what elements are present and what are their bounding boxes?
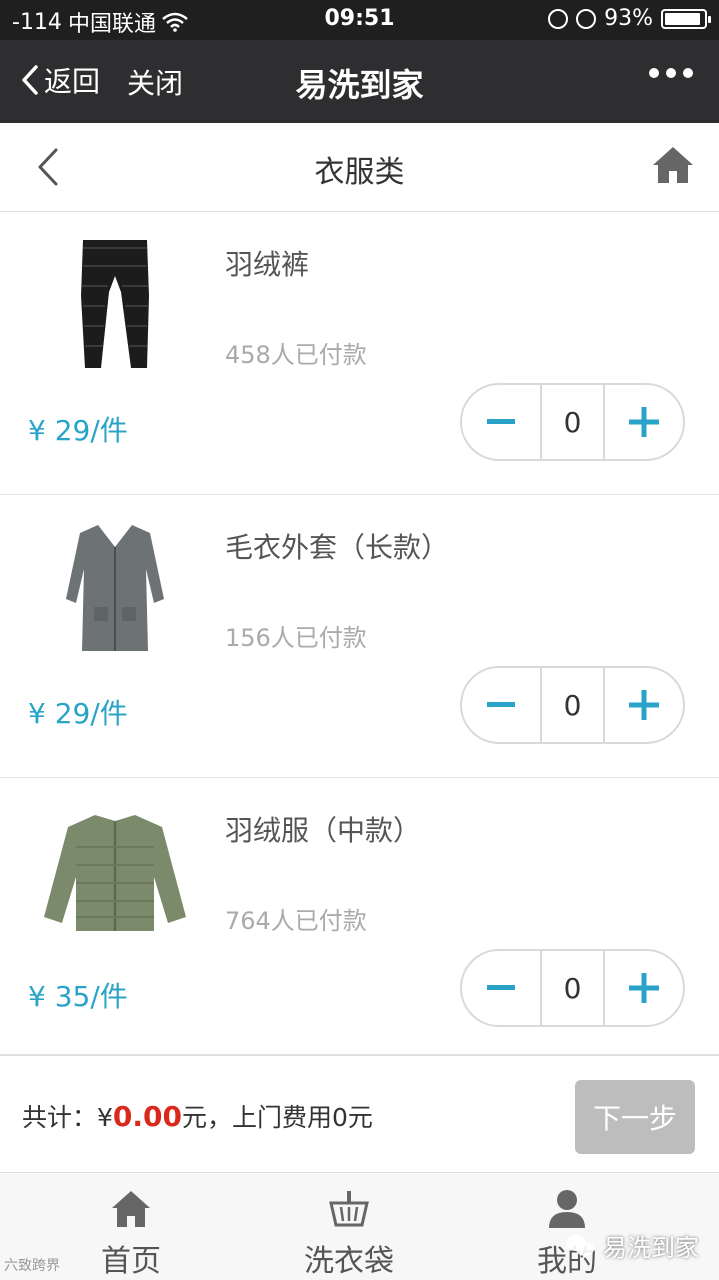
product-name: 羽绒裤 bbox=[225, 248, 310, 281]
more-dot-icon bbox=[649, 68, 659, 78]
battery-percent: 93% bbox=[604, 6, 653, 31]
home-icon bbox=[653, 147, 693, 183]
quantity-stepper: 0 bbox=[460, 666, 685, 744]
product-image bbox=[30, 231, 200, 381]
quantity-stepper: 0 bbox=[460, 949, 685, 1027]
down-jacket-image bbox=[44, 815, 186, 931]
more-dot-icon bbox=[666, 68, 676, 78]
down-pants-image bbox=[81, 240, 149, 368]
tab-home[interactable]: 首页 bbox=[46, 1184, 216, 1280]
rotation-lock-icon bbox=[548, 8, 569, 29]
decrement-button[interactable] bbox=[462, 668, 540, 742]
more-dot-icon bbox=[683, 68, 693, 78]
list-item: 羽绒服（中款） 764人已付款 ¥ 35/件 0 bbox=[0, 779, 719, 1055]
next-step-button[interactable]: 下一步 bbox=[575, 1080, 695, 1154]
quantity-stepper: 0 bbox=[460, 383, 685, 461]
battery-fill bbox=[665, 12, 700, 25]
watermark-right: 易洗到家 bbox=[565, 1228, 699, 1263]
sold-count: 156人已付款 bbox=[225, 624, 367, 652]
minus-icon bbox=[487, 985, 515, 990]
increment-button[interactable] bbox=[605, 668, 683, 742]
page-title: 衣服类 bbox=[314, 155, 405, 190]
app-title: 易洗到家 bbox=[295, 66, 424, 104]
nav-bar: 返回 关闭 易洗到家 bbox=[0, 40, 719, 123]
checkout-bar: 共计： ¥ 0.00 元，上门费用0元 下一步 bbox=[0, 1055, 719, 1173]
status-bar: -114 中国联通 09:51 93% bbox=[0, 0, 719, 40]
product-name: 羽绒服（中款） bbox=[225, 814, 422, 847]
plus-icon bbox=[629, 407, 659, 437]
decrement-button[interactable] bbox=[462, 951, 540, 1025]
product-name: 毛衣外套（长款） bbox=[225, 531, 450, 564]
total-label: 共计： bbox=[22, 1103, 98, 1132]
sold-count: 764人已付款 bbox=[225, 907, 367, 935]
tab-label: 首页 bbox=[101, 1244, 161, 1279]
tab-label: 洗衣袋 bbox=[304, 1244, 394, 1279]
home-icon bbox=[112, 1191, 150, 1227]
watermark-left: 六致跨界 bbox=[4, 1258, 60, 1274]
increment-button[interactable] bbox=[605, 951, 683, 1025]
tab-bar: 首页 洗衣袋 我的 bbox=[0, 1174, 719, 1280]
list-item: 毛衣外套（长款） 156人已付款 ¥ 29/件 0 bbox=[0, 496, 719, 778]
status-right: 93% bbox=[548, 6, 711, 31]
minus-icon bbox=[487, 702, 515, 707]
wechat-icon bbox=[566, 1234, 594, 1256]
total-amount: 0.00 bbox=[112, 1100, 183, 1133]
fee-note: 元，上门费用0元 bbox=[182, 1103, 373, 1132]
currency-symbol: ¥ bbox=[97, 1103, 113, 1132]
list-item: 羽绒裤 458人已付款 ¥ 29/件 0 bbox=[0, 213, 719, 495]
plus-icon bbox=[629, 690, 659, 720]
order-summary: 共计： ¥ 0.00 元，上门费用0元 bbox=[22, 1098, 373, 1134]
minus-icon bbox=[487, 419, 515, 424]
quantity-value[interactable]: 0 bbox=[540, 385, 605, 459]
battery-icon bbox=[661, 8, 711, 29]
watermark-text: 易洗到家 bbox=[603, 1234, 699, 1262]
product-image bbox=[30, 514, 200, 664]
product-price: ¥ 29/件 bbox=[28, 414, 128, 447]
increment-button[interactable] bbox=[605, 385, 683, 459]
alarm-icon bbox=[576, 8, 597, 29]
home-button[interactable] bbox=[651, 143, 695, 191]
sold-count: 458人已付款 bbox=[225, 341, 367, 369]
more-button[interactable] bbox=[649, 68, 693, 78]
plus-icon bbox=[629, 973, 659, 1003]
page-header: 衣服类 bbox=[0, 123, 719, 212]
quantity-value[interactable]: 0 bbox=[540, 951, 605, 1025]
cardigan-image bbox=[66, 525, 164, 651]
quantity-value[interactable]: 0 bbox=[540, 668, 605, 742]
product-image bbox=[30, 797, 200, 947]
product-price: ¥ 35/件 bbox=[28, 980, 128, 1013]
tab-laundry-bag[interactable]: 洗衣袋 bbox=[264, 1184, 434, 1280]
decrement-button[interactable] bbox=[462, 385, 540, 459]
product-price: ¥ 29/件 bbox=[28, 697, 128, 730]
basket-icon bbox=[329, 1191, 369, 1227]
user-icon bbox=[549, 1190, 585, 1228]
